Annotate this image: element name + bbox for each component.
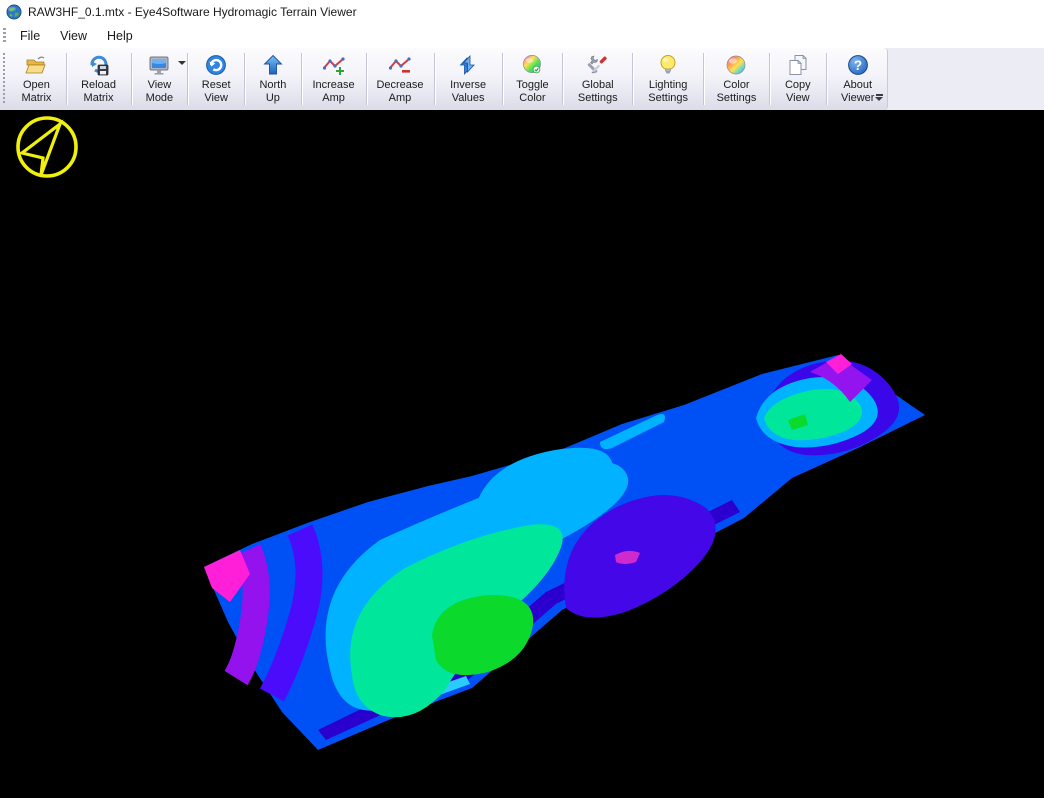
menu-bar: File View Help: [0, 24, 1044, 48]
lighting-settings-button[interactable]: Lighting Settings: [635, 48, 701, 110]
global-settings-label: Global Settings: [570, 79, 625, 105]
graph-minus-icon: [388, 53, 412, 77]
reload-disk-icon: [87, 53, 111, 77]
reset-undo-icon: [204, 53, 228, 77]
copy-pages-icon: [786, 53, 810, 77]
terrain-surface: [0, 110, 1044, 798]
bulb-icon: [656, 53, 680, 77]
tools-icon: [586, 53, 610, 77]
view-mode-dropdown-arrow[interactable]: [178, 61, 186, 65]
swap-arrows-icon: [456, 53, 480, 77]
reload-matrix-button[interactable]: Reload Matrix: [68, 48, 128, 110]
increase-amp-label: Increase Amp: [309, 79, 359, 105]
decrease-amp-button[interactable]: Decrease Amp: [368, 48, 432, 110]
menubar-grip[interactable]: [3, 28, 6, 44]
toggle-color-button[interactable]: Toggle Color: [505, 48, 561, 110]
open-folder-icon: [24, 53, 48, 77]
toolbar-separator: [244, 53, 245, 105]
menu-help[interactable]: Help: [97, 26, 143, 46]
copy-view-label: Copy View: [777, 79, 819, 105]
toolbar-separator: [769, 53, 770, 105]
inverse-values-label: Inverse Values: [441, 79, 494, 105]
north-up-button[interactable]: North Up: [247, 48, 299, 110]
toggle-color-label: Toggle Color: [510, 79, 556, 105]
lighting-settings-label: Lighting Settings: [640, 79, 696, 105]
toolbar-band: Open Matrix Reload Matrix: [0, 48, 1044, 110]
toolbar-separator: [131, 53, 132, 105]
palette-sphere-icon: [724, 53, 748, 77]
view-mode-label: View Mode: [138, 79, 180, 105]
color-settings-label: Color Settings: [711, 79, 762, 105]
toolbar-separator: [562, 53, 563, 105]
toolbar-separator: [632, 53, 633, 105]
main-toolbar: Open Matrix Reload Matrix: [0, 48, 888, 110]
menu-file[interactable]: File: [10, 26, 50, 46]
toolbar-separator: [502, 53, 503, 105]
monitor-icon: [147, 53, 171, 77]
increase-amp-button[interactable]: Increase Amp: [304, 48, 364, 110]
toolbar-separator: [366, 53, 367, 105]
reset-view-label: Reset View: [195, 79, 237, 105]
view-mode-button[interactable]: View Mode: [133, 48, 185, 110]
decrease-amp-label: Decrease Amp: [373, 79, 427, 105]
toolbar-grip[interactable]: [3, 53, 5, 105]
north-up-label: North Up: [252, 79, 294, 105]
toolbar-separator: [826, 53, 827, 105]
toolbar-separator: [703, 53, 704, 105]
inverse-values-button[interactable]: Inverse Values: [436, 48, 499, 110]
copy-view-button[interactable]: Copy View: [772, 48, 824, 110]
svg-text:?: ?: [854, 58, 862, 73]
reset-view-button[interactable]: Reset View: [190, 48, 242, 110]
reload-matrix-label: Reload Matrix: [73, 79, 123, 105]
toolbar-separator: [434, 53, 435, 105]
color-settings-button[interactable]: Color Settings: [706, 48, 767, 110]
global-settings-button[interactable]: Global Settings: [565, 48, 630, 110]
window-title: RAW3HF_0.1.mtx - Eye4Software Hydromagic…: [28, 5, 357, 19]
toolbar-separator: [66, 53, 67, 105]
help-question-icon: ?: [846, 53, 870, 77]
toolbar-overflow-icon[interactable]: [873, 90, 885, 104]
terrain-3d-viewport[interactable]: [0, 110, 1044, 798]
open-matrix-label: Open Matrix: [14, 79, 58, 105]
graph-plus-icon: [322, 53, 346, 77]
menu-view[interactable]: View: [50, 26, 97, 46]
toolbar-separator: [187, 53, 188, 105]
globe-app-icon: [6, 4, 22, 20]
open-matrix-button[interactable]: Open Matrix: [9, 48, 63, 110]
color-sphere-icon: [520, 53, 544, 77]
toolbar-separator: [301, 53, 302, 105]
arrow-up-icon: [261, 53, 285, 77]
title-bar: RAW3HF_0.1.mtx - Eye4Software Hydromagic…: [0, 0, 1044, 24]
